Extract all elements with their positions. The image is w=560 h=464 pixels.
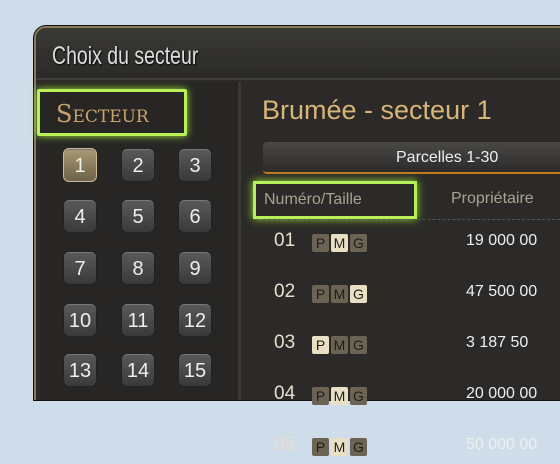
- parcel-number: 02: [274, 281, 296, 302]
- sector-button-14[interactable]: 14: [121, 353, 155, 387]
- sector-button-7[interactable]: 7: [63, 251, 97, 285]
- size-badge-M: M: [331, 336, 348, 354]
- page-title: Brumée - secteur 1: [262, 95, 492, 125]
- parcel-number: 01: [274, 230, 296, 251]
- sector-button-2[interactable]: 2: [121, 148, 155, 182]
- sector-button-15[interactable]: 15: [178, 353, 212, 387]
- size-badge-P: P: [312, 234, 329, 252]
- sector-button-4[interactable]: 4: [63, 199, 97, 233]
- sector-button-6[interactable]: 6: [178, 199, 212, 233]
- parcel-price: 20 000 00: [466, 385, 538, 402]
- divider: [263, 219, 560, 220]
- parcel-price: 50 000 00: [466, 436, 538, 453]
- size-badge-P: P: [312, 387, 329, 405]
- sector-button-1[interactable]: 1: [63, 148, 97, 182]
- sector-button-8[interactable]: 8: [121, 251, 155, 285]
- column-header-label: Numéro/Taille: [264, 191, 362, 208]
- size-badge-G: G: [350, 285, 367, 303]
- parcel-number: 05: [274, 434, 296, 455]
- size-badge-M: M: [331, 234, 348, 252]
- size-badge-G: G: [350, 336, 367, 354]
- parcel-price: 19 000 00: [466, 232, 538, 249]
- size-badge-M: M: [331, 285, 348, 303]
- table-row[interactable]: 05 P M G 50 000 00: [274, 434, 560, 464]
- size-badge-P: P: [312, 336, 329, 354]
- size-badge-G: G: [350, 438, 367, 456]
- size-badge-G: G: [350, 387, 367, 405]
- size-badge-G: G: [350, 234, 367, 252]
- column-header-numero[interactable]: Numéro/Taille: [253, 181, 417, 219]
- sector-button-10[interactable]: 10: [63, 303, 97, 337]
- parcel-price: 47 500 00: [466, 283, 538, 300]
- parcel-number: 04: [274, 383, 296, 404]
- size-badge-P: P: [312, 438, 329, 456]
- parcel-number: 03: [274, 332, 296, 353]
- table-row[interactable]: 02 P M G 47 500 00: [274, 281, 560, 311]
- table-row[interactable]: 01 P M G 19 000 00: [274, 230, 560, 260]
- tab-parcelles[interactable]: Parcelles 1-30: [263, 142, 560, 174]
- tab-label: Parcelles 1-30: [396, 149, 499, 166]
- parcel-price: 3 187 50: [466, 334, 529, 351]
- table-row[interactable]: 04 P M G 20 000 00: [274, 383, 560, 413]
- sector-button-9[interactable]: 9: [178, 251, 212, 285]
- window-title: Choix du secteur: [52, 42, 199, 70]
- size-badge-M: M: [331, 438, 348, 456]
- sector-button-5[interactable]: 5: [121, 199, 155, 233]
- sector-button-3[interactable]: 3: [178, 148, 212, 182]
- size-badge-M: M: [331, 387, 348, 405]
- table-row[interactable]: 03 P M G 3 187 50: [274, 332, 560, 362]
- sector-button-11[interactable]: 11: [121, 303, 155, 337]
- secteur-label: Secteur: [56, 100, 149, 128]
- column-header-proprietaire[interactable]: Propriétaire: [451, 190, 534, 208]
- sector-button-12[interactable]: 12: [178, 303, 212, 337]
- sector-button-13[interactable]: 13: [63, 353, 97, 387]
- size-badge-P: P: [312, 285, 329, 303]
- secteur-label-box: Secteur: [37, 89, 187, 136]
